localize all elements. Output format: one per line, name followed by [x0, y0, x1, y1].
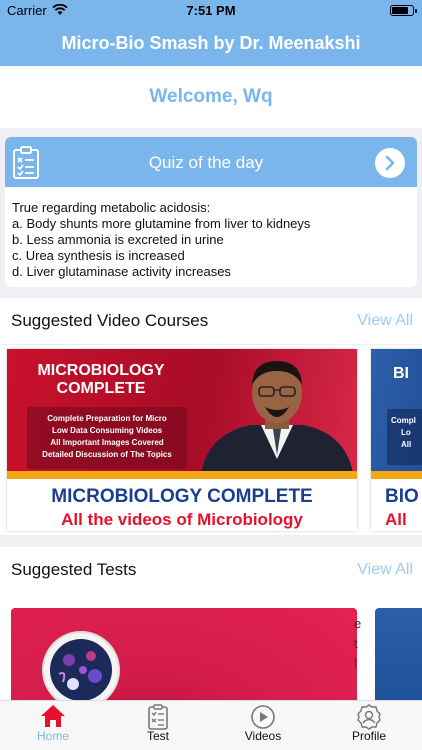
quiz-option: a. Body shunts more glutamine from liver… — [12, 216, 311, 231]
presenter-photo — [201, 361, 353, 473]
tab-home[interactable]: Home — [0, 701, 106, 750]
quiz-header[interactable]: Quiz of the day — [5, 137, 417, 187]
banner-title: MICROBIOLOGY COMPLETE — [37, 362, 165, 397]
test-card[interactable] — [375, 608, 422, 700]
quiz-card[interactable]: Quiz of the day True regarding metabolic… — [5, 137, 417, 287]
battery-level — [392, 7, 408, 14]
battery-icon — [390, 5, 417, 16]
tab-test[interactable]: Test — [105, 701, 211, 750]
tab-profile[interactable]: Profile — [316, 701, 422, 750]
play-icon — [251, 705, 275, 729]
quiz-option: c. Urea synthesis is increased — [12, 248, 185, 263]
section-title: Suggested Tests — [11, 560, 137, 579]
quiz-question-block: True regarding metabolic acidosis: a. Bo… — [12, 200, 412, 280]
tab-label: Videos — [244, 729, 282, 743]
view-all-tests-link[interactable]: View All — [357, 561, 413, 579]
test-icon — [148, 704, 168, 730]
tab-label: Test — [146, 729, 169, 743]
welcome-text: Welcome, Wq — [149, 86, 273, 107]
test-fragment-text: l — [354, 655, 357, 670]
section-title: Suggested Video Courses — [11, 311, 209, 330]
banner-stripe — [371, 471, 422, 479]
tests-section-header: Suggested Tests View All — [0, 547, 422, 593]
test-card[interactable] — [11, 608, 357, 700]
status-bar: Carrier 7:51 PM — [0, 0, 422, 22]
profile-icon — [357, 704, 381, 730]
quiz-title: Quiz of the day — [148, 153, 264, 172]
microbe-illustration — [42, 631, 120, 700]
page-title: Micro-Bio Smash by Dr. Meenakshi — [61, 33, 361, 53]
tab-label: Profile — [351, 729, 386, 743]
tab-videos[interactable]: Videos — [210, 701, 316, 750]
video-carousel[interactable]: MICROBIOLOGY COMPLETE Complete Preparati… — [0, 345, 422, 535]
video-section-header: Suggested Video Courses View All — [0, 298, 422, 344]
course-card[interactable]: BI Compl Lo All BIO All — [371, 349, 422, 531]
quiz-option: d. Liver glutaminase activity increases — [12, 264, 231, 279]
banner-points: Compl Lo All — [387, 409, 422, 465]
banner-stripe — [7, 471, 357, 479]
course-name: MICROBIOLOGY COMPLETE — [51, 486, 313, 507]
test-carousel[interactable]: e t l — [0, 593, 422, 700]
welcome-panel: Welcome, Wq — [0, 66, 422, 128]
course-tagline: All — [385, 510, 407, 529]
nav-bar: Micro-Bio Smash by Dr. Meenakshi — [0, 22, 422, 66]
quiz-open-button[interactable] — [375, 148, 405, 178]
course-card[interactable]: MICROBIOLOGY COMPLETE Complete Preparati… — [7, 349, 357, 531]
view-all-videos-link[interactable]: View All — [357, 312, 413, 330]
chevron-right-icon — [385, 155, 395, 171]
course-banner: BI Compl Lo All — [371, 349, 422, 479]
status-time: 7:51 PM — [186, 3, 236, 18]
home-icon — [41, 705, 65, 727]
tab-label: Home — [36, 729, 69, 743]
test-fragment-text: e — [354, 616, 362, 631]
banner-points: Complete Preparation for Micro Low Data … — [27, 407, 187, 469]
quiz-question: True regarding metabolic acidosis: — [12, 200, 211, 215]
course-name: BIO — [385, 486, 419, 507]
quiz-option: b. Less ammonia is excreted in urine — [12, 232, 224, 247]
course-banner: MICROBIOLOGY COMPLETE Complete Preparati… — [7, 349, 357, 479]
tab-bar: Home Test Videos Profile — [0, 700, 422, 750]
test-fragment-text: t — [354, 636, 358, 651]
banner-title: BI — [393, 365, 409, 382]
course-tagline: All the videos of Microbiology — [61, 510, 303, 529]
